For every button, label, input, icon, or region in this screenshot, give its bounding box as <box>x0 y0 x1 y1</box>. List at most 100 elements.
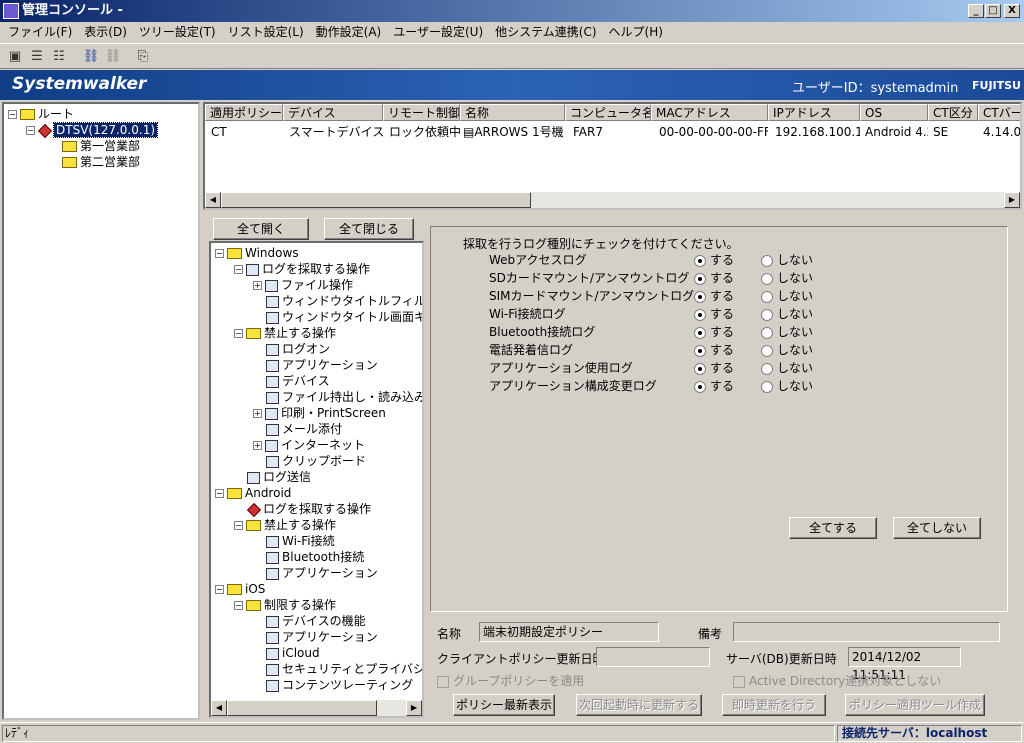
col-mac[interactable]: MACアドレス <box>651 104 768 121</box>
radio-checked-icon[interactable] <box>694 254 706 267</box>
menu-file[interactable]: ファイル(F) <box>8 25 72 39</box>
radio-unchecked-icon[interactable] <box>761 362 773 375</box>
radio-checked-icon[interactable] <box>694 362 706 375</box>
col-ct-type[interactable]: CT区分 <box>928 104 978 121</box>
menu-user-settings[interactable]: ユーザー設定(U) <box>393 25 483 39</box>
tree-root[interactable]: − ルート <box>8 106 74 122</box>
expand-icon[interactable]: + <box>253 281 262 290</box>
scroll-left-icon[interactable]: ◀ <box>205 192 221 208</box>
policy-tree-hscrollbar[interactable]: ◀ ▶ <box>211 700 422 716</box>
scroll-right-icon[interactable]: ▶ <box>1004 192 1020 208</box>
col-name[interactable]: 名称 <box>460 104 565 121</box>
list-detail-icon[interactable]: ☷ <box>50 48 68 66</box>
policy-tree-item[interactable]: コンテンツレーティング <box>253 677 413 693</box>
radio-yes[interactable]: する <box>694 377 734 394</box>
radio-checked-icon[interactable] <box>694 290 706 303</box>
tree-dept2[interactable]: 第二営業部 <box>62 154 140 170</box>
policy-tree-item[interactable]: アプリケーション <box>253 565 378 581</box>
radio-no[interactable]: しない <box>761 323 813 340</box>
policy-tree-item[interactable]: ファイル持出し・読み込み <box>253 389 422 405</box>
tree-dept1[interactable]: 第一営業部 <box>62 138 140 154</box>
policy-refresh-button[interactable]: ポリシー最新表示 <box>453 694 555 716</box>
policy-tree-item[interactable]: セキュリティとプライバシー <box>253 661 422 677</box>
policy-tree-item[interactable]: Wi-Fi接続 <box>253 533 335 549</box>
radio-no[interactable]: しない <box>761 341 813 358</box>
policy-tree-item[interactable]: − Android <box>215 485 291 501</box>
close-button[interactable]: X <box>1004 4 1020 18</box>
expand-icon[interactable]: + <box>253 441 262 450</box>
radio-yes[interactable]: する <box>694 305 734 322</box>
policy-tree-item[interactable]: デバイス <box>253 373 330 389</box>
radio-no[interactable]: しない <box>761 269 813 286</box>
radio-yes[interactable]: する <box>694 251 734 268</box>
radio-yes[interactable]: する <box>694 323 734 340</box>
policy-tree-item[interactable]: ログオン <box>253 341 330 357</box>
radio-unchecked-icon[interactable] <box>761 344 773 357</box>
policy-tree-item[interactable]: − iOS <box>215 581 265 597</box>
scroll-thumb[interactable] <box>221 192 531 208</box>
radio-yes[interactable]: する <box>694 287 734 304</box>
menu-operation-settings[interactable]: 動作設定(A) <box>316 25 382 39</box>
radio-checked-icon[interactable] <box>694 326 706 339</box>
scroll-right-icon[interactable]: ▶ <box>406 700 422 716</box>
maximize-button[interactable]: □ <box>985 4 1001 18</box>
collapse-icon[interactable]: − <box>215 585 224 594</box>
policy-tree-item[interactable]: − 制限する操作 <box>234 597 336 613</box>
radio-no[interactable]: しない <box>761 305 813 322</box>
radio-unchecked-icon[interactable] <box>761 326 773 339</box>
radio-unchecked-icon[interactable] <box>761 380 773 393</box>
radio-checked-icon[interactable] <box>694 344 706 357</box>
collapse-icon[interactable]: − <box>215 249 224 258</box>
policy-tree-item[interactable]: iCloud <box>253 645 320 661</box>
policy-tree-item[interactable]: Bluetooth接続 <box>253 549 364 565</box>
col-device[interactable]: デバイス <box>283 104 383 121</box>
policy-tree-item[interactable]: ウィンドウタイトル画面キャ <box>253 309 422 325</box>
menu-view[interactable]: 表示(D) <box>84 25 127 39</box>
policy-tree-item[interactable]: クリップボード <box>253 453 366 469</box>
radio-checked-icon[interactable] <box>694 308 706 321</box>
radio-unchecked-icon[interactable] <box>761 272 773 285</box>
table-hscrollbar[interactable]: ◀ ▶ <box>205 192 1020 208</box>
col-policy[interactable]: 適用ポリシー <box>205 104 283 121</box>
radio-unchecked-icon[interactable] <box>761 254 773 267</box>
tree-server[interactable]: − DTSV(127.0.0.1) <box>26 122 159 138</box>
policy-tree-item[interactable]: − Windows <box>215 245 299 261</box>
menu-tree-settings[interactable]: ツリー設定(T) <box>139 25 216 39</box>
radio-checked-icon[interactable] <box>694 272 706 285</box>
collapse-icon[interactable]: − <box>234 329 243 338</box>
col-ct-version[interactable]: CTバー <box>978 104 1020 121</box>
policy-tree-item[interactable]: + インターネット <box>253 437 365 453</box>
policy-tree[interactable]: − Windows − ログを採取する操作 + ファイル操作 ウィンドウタイトルフィルタ ウィ… <box>209 241 424 718</box>
policy-tree-item[interactable]: アプリケーション <box>253 357 378 373</box>
radio-unchecked-icon[interactable] <box>761 290 773 303</box>
radio-no[interactable]: しない <box>761 251 813 268</box>
policy-tree-item[interactable]: − ログを採取する操作 <box>234 261 370 277</box>
all-no-button[interactable]: 全てしない <box>893 517 981 539</box>
policy-tree-item[interactable]: デバイスの機能 <box>253 613 366 629</box>
menu-system-integration[interactable]: 他システム連携(C) <box>495 25 596 39</box>
policy-tree-item[interactable]: − 禁止する操作 <box>234 517 336 533</box>
collapse-icon[interactable]: − <box>215 489 224 498</box>
expand-all-button[interactable]: 全て開く <box>213 218 309 240</box>
collapse-icon[interactable]: − <box>26 126 35 135</box>
col-computer[interactable]: コンピュータ名 <box>565 104 651 121</box>
policy-tree-item[interactable]: ログ送信 <box>234 469 311 485</box>
menu-help[interactable]: ヘルプ(H) <box>609 25 663 39</box>
collapse-icon[interactable]: − <box>234 601 243 610</box>
collapse-icon[interactable]: − <box>234 521 243 530</box>
minimize-button[interactable]: _ <box>968 4 984 18</box>
radio-no[interactable]: しない <box>761 287 813 304</box>
policy-tree-item[interactable]: − 禁止する操作 <box>234 325 336 341</box>
radio-yes[interactable]: する <box>694 341 734 358</box>
all-yes-button[interactable]: 全てする <box>789 517 877 539</box>
scroll-thumb[interactable] <box>227 700 377 716</box>
col-remote[interactable]: リモート制御 <box>383 104 460 121</box>
list-icon[interactable]: ☰ <box>28 48 46 66</box>
radio-yes[interactable]: する <box>694 359 734 376</box>
col-os[interactable]: OS <box>860 104 928 121</box>
help-icon[interactable]: ⎘ <box>134 48 152 66</box>
radio-no[interactable]: しない <box>761 377 813 394</box>
console-icon[interactable]: ▣ <box>6 48 24 66</box>
menu-list-settings[interactable]: リスト設定(L) <box>228 25 304 39</box>
scroll-left-icon[interactable]: ◀ <box>211 700 227 716</box>
